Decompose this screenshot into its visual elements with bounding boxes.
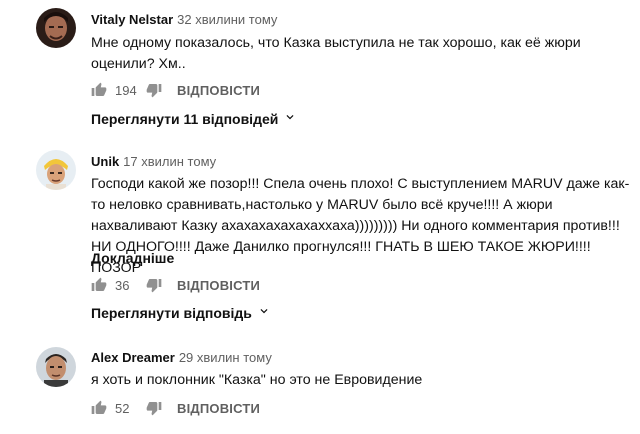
timestamp[interactable]: 32 хвилини тому — [177, 12, 277, 27]
like-count: 194 — [115, 82, 137, 98]
like-count: 52 — [115, 400, 130, 416]
comment-actions: 52 ВІДПОВІСТИ — [88, 396, 260, 420]
comment-header: Unik 17 хвилин тому — [91, 154, 216, 170]
reply-button[interactable]: ВІДПОВІСТИ — [177, 278, 260, 293]
thumb-down-icon[interactable] — [143, 79, 165, 101]
comment-header: Alex Dreamer 29 хвилин тому — [91, 350, 272, 366]
comment-actions: 194 ВІДПОВІСТИ — [88, 78, 260, 102]
comment-text: я хоть и поклонник "Казка" но это не Евр… — [91, 372, 423, 388]
avatar[interactable] — [36, 150, 76, 190]
timestamp[interactable]: 17 хвилин тому — [123, 154, 216, 169]
view-replies-label: Переглянути відповідь — [91, 304, 252, 321]
thumb-up-icon[interactable] — [88, 274, 110, 296]
reply-button[interactable]: ВІДПОВІСТИ — [177, 401, 260, 416]
author-name[interactable]: Unik — [91, 154, 119, 169]
comment-actions: 36 ВІДПОВІСТИ — [88, 273, 260, 297]
avatar[interactable] — [36, 347, 76, 387]
timestamp[interactable]: 29 хвилин тому — [179, 350, 272, 365]
chevron-down-icon — [283, 110, 297, 127]
avatar[interactable] — [36, 8, 76, 48]
reply-button[interactable]: ВІДПОВІСТИ — [177, 83, 260, 98]
read-more-button[interactable]: Докладніше — [91, 250, 174, 266]
chevron-down-icon — [257, 304, 271, 321]
thumb-down-icon[interactable] — [143, 397, 165, 419]
thumb-up-icon[interactable] — [88, 397, 110, 419]
thumb-down-icon[interactable] — [143, 274, 165, 296]
thumb-up-icon[interactable] — [88, 79, 110, 101]
author-name[interactable]: Alex Dreamer — [91, 350, 175, 365]
author-name[interactable]: Vitaly Nelstar — [91, 12, 173, 27]
comment-header: Vitaly Nelstar 32 хвилини тому — [91, 12, 277, 28]
like-count: 36 — [115, 277, 130, 293]
comment-text: Мне одному показалось, что Казка выступи… — [91, 35, 581, 72]
view-replies-button[interactable]: Переглянути відповідь — [91, 304, 271, 321]
view-replies-label: Переглянути 11 відповідей — [91, 110, 279, 127]
view-replies-button[interactable]: Переглянути 11 відповідей — [91, 110, 297, 127]
